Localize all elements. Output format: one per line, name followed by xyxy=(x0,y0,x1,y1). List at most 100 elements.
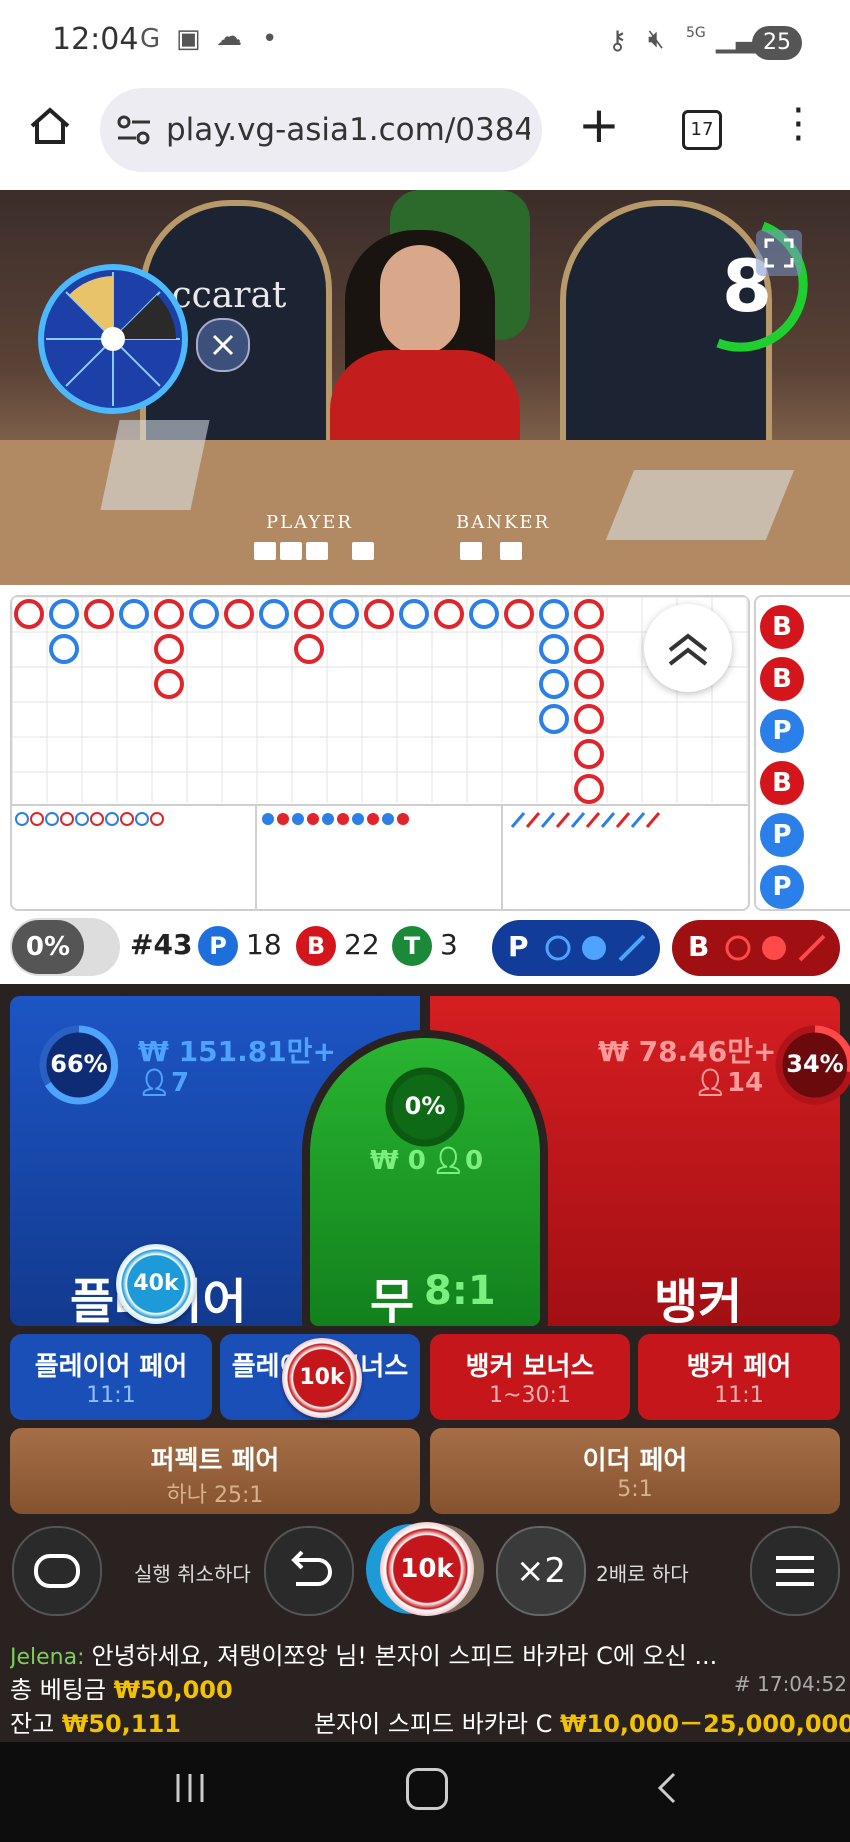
banker-count-badge: B xyxy=(296,926,336,966)
win-rate-percent: 0% xyxy=(12,920,84,974)
road-bead xyxy=(189,599,219,629)
player-bettor-count: 7 xyxy=(171,1068,190,1098)
derived-dot xyxy=(397,813,409,825)
undo-label: 실행 취소하다 xyxy=(134,1562,251,1586)
road-map[interactable] xyxy=(10,595,750,911)
banker-bettor-count: 14 xyxy=(727,1068,764,1098)
site-settings-icon[interactable] xyxy=(116,114,152,150)
key-icon: ⚷ xyxy=(608,26,628,56)
new-tab-icon[interactable]: + xyxy=(578,100,620,150)
tie-label: 무 xyxy=(370,1274,415,1330)
fullscreen-icon[interactable] xyxy=(756,230,802,276)
road-bead xyxy=(119,599,149,629)
perfect-pair-odds: 하나 25:1 xyxy=(166,1483,264,1508)
tie-odds: 8:1 xyxy=(424,1268,496,1314)
derived-bead xyxy=(150,812,164,826)
player-predict-button[interactable]: P xyxy=(492,920,660,976)
derived-slash xyxy=(555,812,571,828)
either-pair-label: 이더 페어 xyxy=(582,1446,688,1476)
back-icon[interactable] xyxy=(652,1770,682,1810)
bead-item: P xyxy=(760,709,804,753)
banker-bonus-label: 뱅커 보너스 xyxy=(465,1352,595,1382)
derived-slash xyxy=(540,812,556,828)
player-bonus-chip[interactable]: 10k xyxy=(282,1338,362,1418)
bead-item: P xyxy=(760,813,804,857)
derived-bead xyxy=(45,812,59,826)
road-bead xyxy=(469,599,499,629)
road-bead xyxy=(154,634,184,664)
derived-dot xyxy=(262,813,274,825)
derived-dot xyxy=(382,813,394,825)
banker-predict-button[interactable]: B xyxy=(672,920,840,976)
banker-count: 22 xyxy=(344,928,380,961)
banker-pair-button[interactable]: 뱅커 페어 11:1 xyxy=(638,1334,840,1420)
google-icon: G xyxy=(140,24,161,54)
road-bead xyxy=(574,704,604,734)
cloud-icon: ☁ xyxy=(216,22,242,52)
road-bead xyxy=(14,599,44,629)
perfect-pair-button[interactable]: 퍼펙트 페어 하나 25:1 xyxy=(10,1428,420,1514)
dot-icon: • xyxy=(262,24,278,54)
double-button[interactable]: ×2 xyxy=(496,1526,586,1616)
banker-percent: 34% xyxy=(786,1050,844,1078)
total-bet-value: ₩50,000 xyxy=(113,1676,233,1704)
player-table-label: PLAYER xyxy=(266,512,353,533)
road-bead xyxy=(224,599,254,629)
bead-item: B xyxy=(760,657,804,701)
derived-dot xyxy=(292,813,304,825)
derived-slash xyxy=(525,812,541,828)
derived-bead xyxy=(60,812,74,826)
balance: 잔고 ₩50,111 xyxy=(10,1704,181,1739)
derived-dot xyxy=(352,813,364,825)
player-pair-odds: 11:1 xyxy=(86,1383,136,1408)
double-label: 2배로 하다 xyxy=(596,1562,689,1586)
chip-selector[interactable]: 10k xyxy=(366,1522,484,1616)
derived-slash xyxy=(600,812,616,828)
road-bead xyxy=(539,704,569,734)
road-bead xyxy=(574,599,604,629)
derived-bead xyxy=(120,812,134,826)
menu-button[interactable] xyxy=(750,1526,840,1616)
recent-apps-icon[interactable] xyxy=(172,1770,208,1810)
bead-road: BBPBPP xyxy=(754,595,850,911)
bead-item: B xyxy=(760,761,804,805)
table-limits: 본자이 스피드 바카라 C ₩10,000－25,000,000 xyxy=(314,1704,850,1739)
url-text[interactable]: play.vg-asia1.com/03848 xyxy=(166,112,530,148)
derived-slash xyxy=(585,812,601,828)
tie-bettors: 👤︎0 xyxy=(432,1146,483,1176)
player-count: 18 xyxy=(246,928,282,961)
mute-icon: 🔇︎ xyxy=(648,24,665,54)
clock: 12:04 xyxy=(52,22,139,57)
win-rate-toggle[interactable]: 0% xyxy=(10,918,120,976)
selected-chip[interactable]: 10k xyxy=(380,1522,474,1616)
player-total-amount: ₩ 151.81만+ xyxy=(138,1035,336,1068)
close-circle-icon[interactable] xyxy=(196,318,250,372)
chat-message: 안녕하세요, 져탱이쪼앙 님! 본자이 스피드 바카라 C에 오신 ... xyxy=(91,1642,718,1670)
lobby-button[interactable] xyxy=(12,1526,102,1616)
road-bead xyxy=(329,599,359,629)
road-bead xyxy=(539,669,569,699)
undo-button[interactable] xyxy=(264,1526,354,1616)
bead-item: P xyxy=(760,865,804,909)
tie-bettor-count: 0 xyxy=(465,1146,484,1176)
player-chip[interactable]: 40k xyxy=(116,1244,196,1324)
menu-kebab-icon[interactable]: · · · xyxy=(792,91,805,159)
expand-roadmap-button[interactable] xyxy=(644,604,732,692)
player-pair-button[interactable]: 플레이어 페어 11:1 xyxy=(10,1334,212,1420)
person-icon: 👤︎ xyxy=(432,1146,466,1176)
road-bead xyxy=(574,634,604,664)
banker-bonus-button[interactable]: 뱅커 보너스 1~30:1 xyxy=(430,1334,630,1420)
network-badge: 5G xyxy=(686,25,706,41)
banker-table-label: BANKER xyxy=(456,512,551,533)
tie-total-amount: ₩ 0 xyxy=(370,1146,426,1176)
road-bead xyxy=(49,634,79,664)
table-name: 본자이 스피드 바카라 C xyxy=(314,1710,553,1738)
banker-bonus-odds: 1~30:1 xyxy=(489,1383,571,1408)
limits-value: ₩10,000－25,000,000 xyxy=(560,1710,850,1738)
home-nav-icon[interactable] xyxy=(406,1768,448,1810)
tab-switcher-button[interactable]: 17 xyxy=(682,110,722,150)
either-pair-button[interactable]: 이더 페어 5:1 xyxy=(430,1428,840,1514)
total-bet: 총 베팅금 ₩50,000 xyxy=(10,1670,233,1705)
battery-badge: 25 xyxy=(752,26,802,60)
home-icon[interactable] xyxy=(28,104,72,152)
